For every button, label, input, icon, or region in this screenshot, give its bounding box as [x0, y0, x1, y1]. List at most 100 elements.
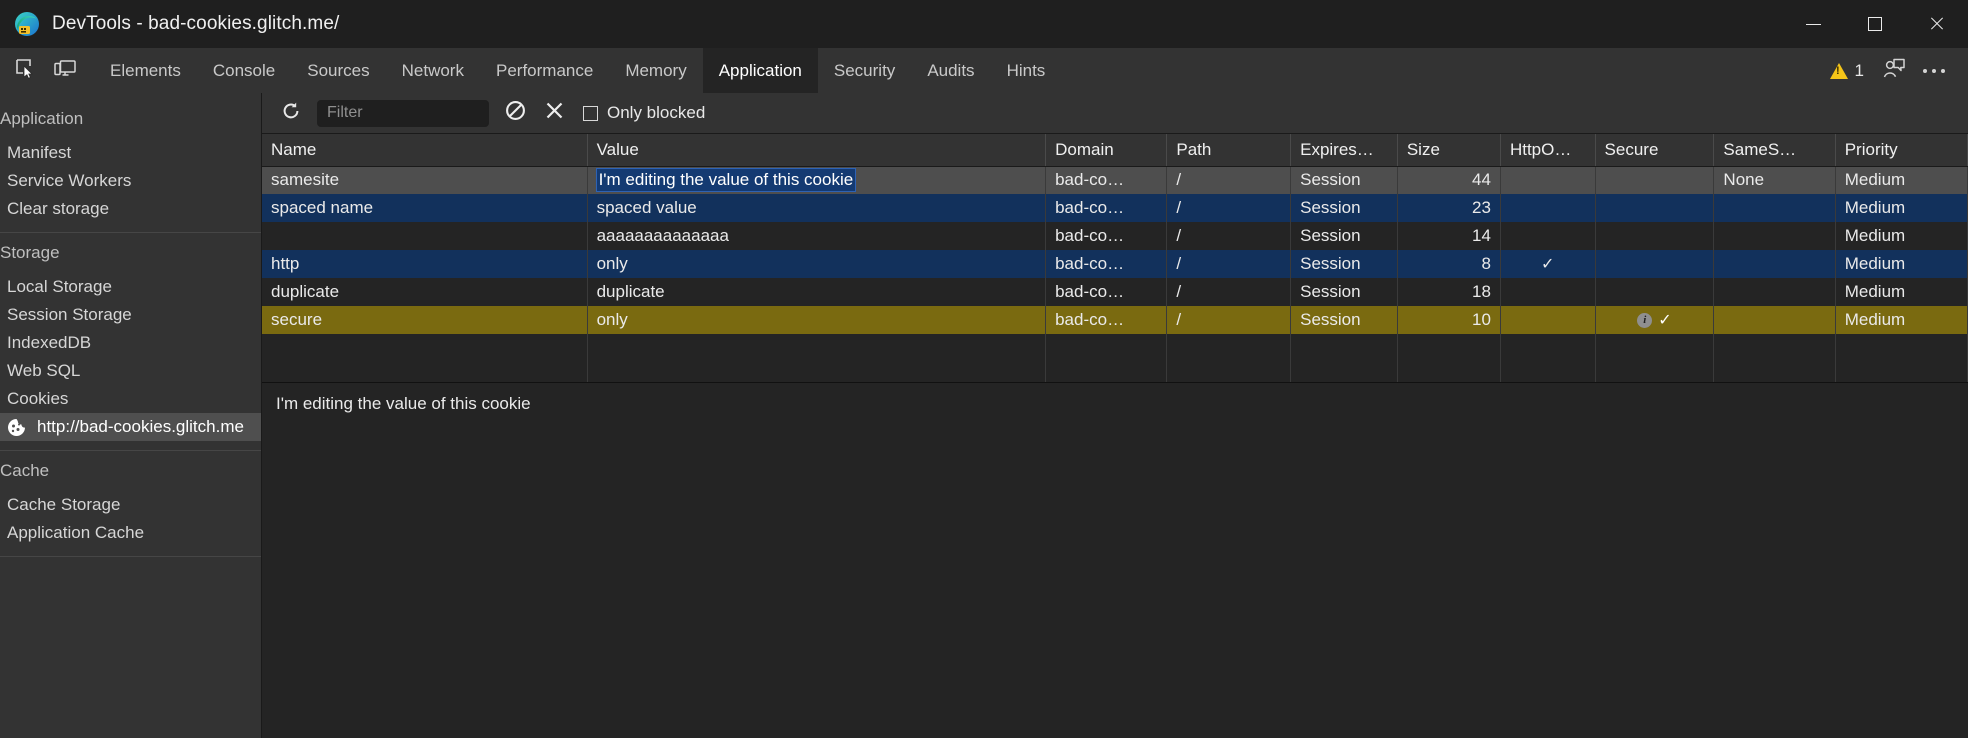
cell-expires[interactable]: Session: [1291, 194, 1398, 222]
cell-samesite[interactable]: None: [1714, 166, 1835, 194]
sidebar-item-clear-storage[interactable]: Clear storage: [0, 195, 261, 223]
cell-value[interactable]: only: [587, 250, 1046, 278]
table-row[interactable]: aaaaaaaaaaaaaa bad-co… / Session 14 Medi…: [262, 222, 1968, 250]
column-header-httponly[interactable]: HttpO…: [1500, 134, 1595, 166]
cell-value[interactable]: spaced value: [587, 194, 1046, 222]
column-header-path[interactable]: Path: [1167, 134, 1291, 166]
table-row[interactable]: secure only bad-co… / Session 10 i✓ Medi: [262, 306, 1968, 334]
column-header-name[interactable]: Name: [262, 134, 587, 166]
cookie-value-preview[interactable]: I'm editing the value of this cookie: [262, 383, 1968, 738]
cell-value[interactable]: only: [587, 306, 1046, 334]
cell-secure[interactable]: [1595, 250, 1714, 278]
cell-path[interactable]: /: [1167, 194, 1291, 222]
cell-expires[interactable]: Session: [1291, 278, 1398, 306]
column-header-priority[interactable]: Priority: [1835, 134, 1967, 166]
delete-cookie-button[interactable]: [541, 100, 567, 126]
only-blocked-checkbox[interactable]: Only blocked: [583, 103, 705, 123]
sidebar-item-cookies[interactable]: Cookies: [0, 385, 261, 413]
tab-application[interactable]: Application: [703, 48, 818, 93]
maximize-button[interactable]: [1844, 0, 1906, 48]
filter-input[interactable]: [317, 100, 489, 127]
cell-samesite[interactable]: [1714, 278, 1835, 306]
tab-hints[interactable]: Hints: [991, 48, 1062, 93]
value-edit-field[interactable]: I'm editing the value of this cookie: [597, 169, 856, 191]
tab-memory[interactable]: Memory: [609, 48, 702, 93]
cell-httponly[interactable]: [1500, 306, 1595, 334]
sidebar-item-service-workers[interactable]: Service Workers: [0, 167, 261, 195]
feedback-button[interactable]: [1876, 55, 1912, 87]
cell-secure[interactable]: [1595, 278, 1714, 306]
inspect-element-button[interactable]: [10, 56, 40, 86]
cell-priority[interactable]: Medium: [1835, 250, 1967, 278]
column-header-expires[interactable]: Expires…: [1291, 134, 1398, 166]
cell-size[interactable]: 18: [1397, 278, 1500, 306]
tab-network[interactable]: Network: [386, 48, 480, 93]
table-row[interactable]: samesite I'm editing the value of this c…: [262, 166, 1968, 194]
cell-path[interactable]: /: [1167, 222, 1291, 250]
cell-samesite[interactable]: [1714, 250, 1835, 278]
column-header-secure[interactable]: Secure: [1595, 134, 1714, 166]
cell-size[interactable]: 10: [1397, 306, 1500, 334]
info-icon[interactable]: i: [1637, 313, 1652, 328]
cell-size[interactable]: 14: [1397, 222, 1500, 250]
cell-httponly[interactable]: [1500, 222, 1595, 250]
table-row[interactable]: duplicate duplicate bad-co… / Session 18…: [262, 278, 1968, 306]
cell-samesite[interactable]: [1714, 222, 1835, 250]
column-header-value[interactable]: Value: [587, 134, 1046, 166]
cell-priority[interactable]: Medium: [1835, 194, 1967, 222]
cell-value[interactable]: I'm editing the value of this cookie: [587, 166, 1046, 194]
cell-path[interactable]: /: [1167, 250, 1291, 278]
cookies-table-container[interactable]: Name Value Domain Path Expires… Size Htt…: [262, 134, 1968, 383]
cell-secure[interactable]: i✓: [1595, 306, 1714, 334]
cell-expires[interactable]: Session: [1291, 166, 1398, 194]
device-toolbar-button[interactable]: [50, 56, 80, 86]
cell-secure[interactable]: [1595, 222, 1714, 250]
table-row[interactable]: http only bad-co… / Session 8 ✓ Medium: [262, 250, 1968, 278]
cell-expires[interactable]: Session: [1291, 222, 1398, 250]
tab-security[interactable]: Security: [818, 48, 911, 93]
cell-domain[interactable]: bad-co…: [1046, 194, 1167, 222]
cell-name[interactable]: secure: [262, 306, 587, 334]
cell-httponly[interactable]: ✓: [1500, 250, 1595, 278]
cell-httponly[interactable]: [1500, 166, 1595, 194]
tab-sources[interactable]: Sources: [291, 48, 385, 93]
cell-name[interactable]: [262, 222, 587, 250]
sidebar-item-indexeddb[interactable]: IndexedDB: [0, 329, 261, 357]
sidebar-item-application-cache[interactable]: Application Cache: [0, 519, 261, 547]
cell-expires[interactable]: Session: [1291, 250, 1398, 278]
cell-name[interactable]: http: [262, 250, 587, 278]
sidebar-item-session-storage[interactable]: Session Storage: [0, 301, 261, 329]
cell-path[interactable]: /: [1167, 306, 1291, 334]
tab-audits[interactable]: Audits: [911, 48, 990, 93]
cell-domain[interactable]: bad-co…: [1046, 278, 1167, 306]
cell-path[interactable]: /: [1167, 166, 1291, 194]
sidebar-item-cookie-origin[interactable]: http://bad-cookies.glitch.me: [0, 413, 261, 441]
column-header-samesite[interactable]: SameS…: [1714, 134, 1835, 166]
cell-domain[interactable]: bad-co…: [1046, 166, 1167, 194]
clear-all-cookies-button[interactable]: [502, 100, 528, 126]
column-header-size[interactable]: Size: [1397, 134, 1500, 166]
sidebar-item-web-sql[interactable]: Web SQL: [0, 357, 261, 385]
cell-secure[interactable]: [1595, 166, 1714, 194]
close-button[interactable]: [1906, 0, 1968, 48]
cell-priority[interactable]: Medium: [1835, 222, 1967, 250]
cell-priority[interactable]: Medium: [1835, 278, 1967, 306]
cell-name[interactable]: samesite: [262, 166, 587, 194]
cell-httponly[interactable]: [1500, 194, 1595, 222]
cell-domain[interactable]: bad-co…: [1046, 250, 1167, 278]
cell-priority[interactable]: Medium: [1835, 306, 1967, 334]
cell-size[interactable]: 44: [1397, 166, 1500, 194]
cell-expires[interactable]: Session: [1291, 306, 1398, 334]
cell-value[interactable]: duplicate: [587, 278, 1046, 306]
sidebar-item-manifest[interactable]: Manifest: [0, 139, 261, 167]
cell-name[interactable]: spaced name: [262, 194, 587, 222]
more-options-button[interactable]: [1916, 55, 1952, 87]
cell-name[interactable]: duplicate: [262, 278, 587, 306]
tab-console[interactable]: Console: [197, 48, 291, 93]
minimize-button[interactable]: [1782, 0, 1844, 48]
table-row[interactable]: spaced name spaced value bad-co… / Sessi…: [262, 194, 1968, 222]
cell-size[interactable]: 23: [1397, 194, 1500, 222]
cell-path[interactable]: /: [1167, 278, 1291, 306]
cell-domain[interactable]: bad-co…: [1046, 222, 1167, 250]
cell-value[interactable]: aaaaaaaaaaaaaa: [587, 222, 1046, 250]
